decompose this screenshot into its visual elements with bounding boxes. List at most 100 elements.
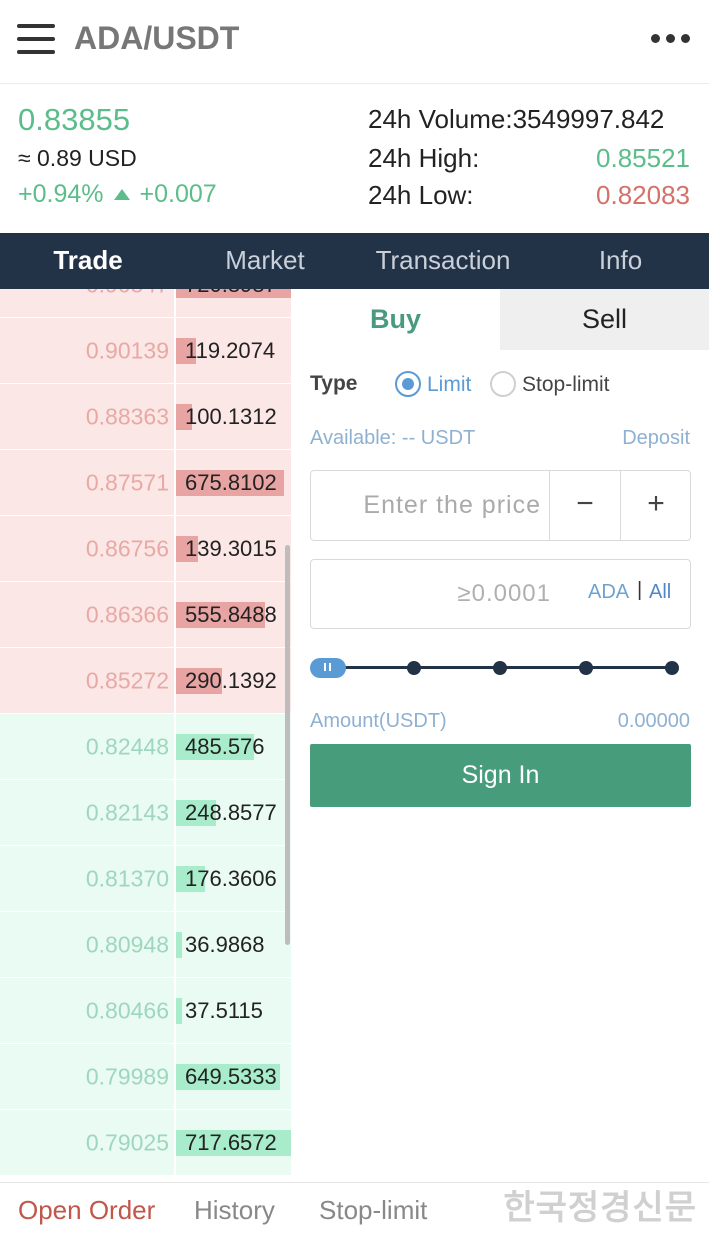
bid-price: 0.79025: [85, 1129, 169, 1155]
ask-price: 0.90547: [86, 289, 169, 298]
amount-slider[interactable]: [310, 656, 692, 680]
low-24h-label: 24h Low:: [368, 180, 474, 210]
bid-amount: 649.5333: [185, 1063, 277, 1089]
tab-open-order[interactable]: Open Order: [18, 1195, 155, 1226]
tab-buy[interactable]: Buy: [291, 289, 500, 350]
bid-amount: 36.9868: [185, 931, 265, 957]
low-24h-value: 0.82083: [596, 180, 690, 210]
ask-amount: 675.8102: [185, 469, 277, 495]
high-24h-label: 24h High:: [368, 143, 480, 173]
ask-row[interactable]: 0.88363 100.1312: [0, 384, 291, 450]
menu-icon[interactable]: [17, 24, 55, 54]
ask-row[interactable]: 0.87571 675.8102: [0, 450, 291, 516]
price-increment-button[interactable]: +: [620, 471, 691, 540]
slider-handle[interactable]: [310, 658, 346, 678]
depth-bar: [176, 931, 182, 958]
limit-label[interactable]: Limit: [427, 373, 471, 397]
volume-label: 24h Volume:: [368, 104, 513, 134]
bid-row[interactable]: 0.80948 36.9868: [0, 912, 291, 978]
ask-amount: 555.8488: [185, 601, 277, 627]
ask-amount: 139.3015: [185, 535, 277, 561]
bid-amount: 37.5115: [185, 997, 263, 1023]
bid-row[interactable]: 0.81370 176.3606: [0, 846, 291, 912]
amount-usdt-label: Amount(USDT): [310, 710, 447, 732]
slider-stop-25[interactable]: [407, 661, 421, 675]
type-label: Type: [310, 372, 358, 395]
order-book-scrollbar[interactable]: [285, 545, 290, 945]
bid-row[interactable]: 0.82448 485.576: [0, 714, 291, 780]
tab-trade[interactable]: Trade: [0, 233, 176, 289]
amount-field: ADA | All: [310, 559, 691, 629]
volume-value: 3549997.842: [512, 104, 665, 134]
bid-row[interactable]: 0.79989 649.5333: [0, 1044, 291, 1110]
bid-price: 0.82143: [85, 799, 169, 825]
ask-row[interactable]: 0.85272 290.1392: [0, 648, 291, 714]
last-price: 0.83855: [18, 102, 131, 137]
slider-stop-100[interactable]: [665, 661, 679, 675]
ask-amount: 290.1392: [185, 667, 277, 693]
stop-limit-label[interactable]: Stop-limit: [522, 373, 610, 397]
bid-price: 0.81370: [85, 865, 169, 891]
ask-row[interactable]: 0.86756 139.3015: [0, 516, 291, 582]
tab-sell[interactable]: Sell: [500, 289, 709, 350]
bid-row[interactable]: 0.79025 717.6572: [0, 1110, 291, 1176]
ask-amount: 119.2074: [185, 337, 276, 363]
amount-usdt-value: 0.00000: [617, 710, 690, 732]
unit-separator: |: [637, 579, 643, 601]
bid-price: 0.79989: [85, 1063, 169, 1089]
change-percent: +0.94%: [18, 180, 104, 208]
bid-row[interactable]: 0.82143 248.8577: [0, 780, 291, 846]
change-absolute: +0.007: [139, 180, 217, 208]
price-change: +0.94% +0.007: [18, 180, 217, 209]
bid-price: 0.82448: [85, 733, 169, 759]
watermark: 한국정경신문: [503, 1189, 697, 1227]
more-options-icon[interactable]: [651, 34, 691, 44]
order-book: 0.90547 720.8987 0.90139 119.2074 0.88363 100…: [0, 289, 291, 1182]
stop-limit-radio[interactable]: [490, 371, 516, 397]
limit-radio[interactable]: [395, 371, 421, 397]
ask-price: 0.87571: [85, 469, 169, 495]
ask-price: 0.90139: [85, 337, 169, 363]
bid-amount: 717.6572: [185, 1129, 277, 1155]
amount-unit: ADA: [588, 581, 630, 603]
arrow-up-icon: [113, 189, 130, 200]
ask-amount: 720.8987: [185, 289, 277, 298]
bid-price: 0.80466: [85, 997, 169, 1023]
ask-price: 0.88363: [85, 403, 169, 429]
ask-price: 0.85272: [85, 667, 169, 693]
pair-title[interactable]: ADA/USDT: [74, 20, 239, 57]
ask-row[interactable]: 0.90139 119.2074: [0, 318, 291, 384]
all-button[interactable]: All: [649, 581, 671, 604]
slider-stop-75[interactable]: [579, 661, 593, 675]
tab-stop-limit[interactable]: Stop-limit: [319, 1195, 427, 1226]
price-field: − +: [310, 470, 691, 541]
bid-price: 0.80948: [85, 931, 169, 957]
amount-input[interactable]: [311, 560, 551, 628]
slider-stop-50[interactable]: [493, 661, 507, 675]
volume-24h: 24h Volume:3549997.842: [368, 104, 664, 135]
bid-row[interactable]: 0.80466 37.5115: [0, 978, 291, 1044]
ask-row[interactable]: 0.90547 720.8987: [0, 289, 291, 318]
tab-info[interactable]: Info: [532, 233, 709, 289]
ask-row[interactable]: 0.86366 555.8488: [0, 582, 291, 648]
high-24h-value: 0.85521: [596, 143, 690, 173]
sign-in-button[interactable]: Sign In: [310, 744, 691, 807]
tab-history[interactable]: History: [194, 1195, 275, 1226]
depth-bar: [176, 997, 182, 1024]
tab-market[interactable]: Market: [176, 233, 354, 289]
buy-sell-tabs: Buy Sell: [291, 289, 709, 350]
ask-price: 0.86366: [85, 601, 169, 627]
price-input[interactable]: [311, 471, 549, 540]
deposit-link[interactable]: Deposit: [622, 427, 690, 450]
bid-amount: 176.3606: [185, 865, 277, 891]
ask-amount: 100.1312: [185, 403, 277, 429]
price-decrement-button[interactable]: −: [549, 471, 620, 540]
bid-amount: 485.576: [185, 733, 265, 759]
top-bar: ADA/USDT: [0, 0, 709, 84]
main-tabs: Trade Market Transaction Info: [0, 233, 709, 289]
ask-price: 0.86756: [85, 535, 169, 561]
bid-amount: 248.8577: [185, 799, 277, 825]
tab-transaction[interactable]: Transaction: [354, 233, 532, 289]
usd-price: ≈ 0.89 USD: [18, 145, 137, 171]
available-balance: Available: -- USDT: [310, 427, 476, 449]
